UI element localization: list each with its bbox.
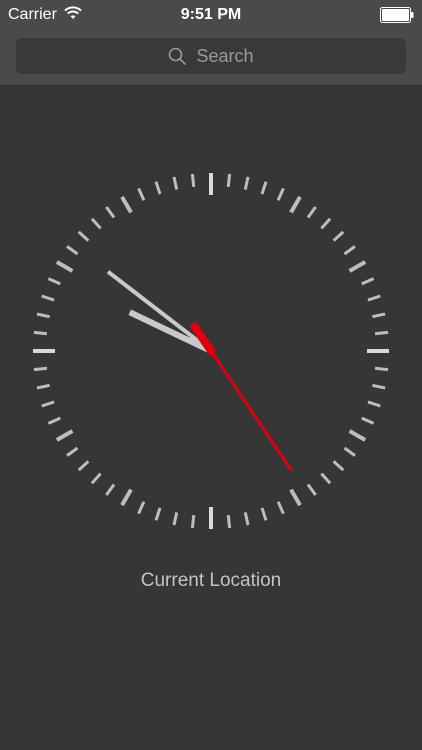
clock-tick xyxy=(320,472,332,485)
clock-tick xyxy=(306,206,317,219)
clock-tick xyxy=(372,312,386,319)
clock-tick xyxy=(66,245,79,256)
clock-tick xyxy=(367,400,381,408)
clock-tick xyxy=(260,181,268,195)
analog-clock xyxy=(33,173,389,529)
clock-tick xyxy=(306,483,317,496)
current-location-label: Current Location xyxy=(140,570,282,591)
clock-tick xyxy=(190,173,196,188)
clock-tick xyxy=(105,483,116,496)
battery-icon xyxy=(380,7,414,23)
second-hand xyxy=(209,349,292,471)
clock-tick xyxy=(374,366,389,372)
clock-tick xyxy=(276,501,285,515)
clock-tick xyxy=(154,507,162,521)
clock-tick xyxy=(361,416,375,425)
clock-tick xyxy=(90,217,102,230)
clock-tick xyxy=(320,217,332,230)
clock-tick xyxy=(36,383,50,390)
search-bar: Search xyxy=(0,30,422,86)
clock-tick xyxy=(289,488,302,507)
clock-tick xyxy=(120,195,133,214)
clock-tick xyxy=(348,260,367,273)
clock-tick xyxy=(343,446,356,457)
clock-tick xyxy=(332,230,345,242)
clock-tick xyxy=(172,512,179,526)
clock-tick xyxy=(348,429,367,442)
search-icon xyxy=(169,47,187,65)
clock-tick xyxy=(190,514,196,529)
clock-tick xyxy=(41,294,55,302)
clock-tick xyxy=(226,514,232,529)
clock-tick xyxy=(374,330,389,336)
clock-tick xyxy=(90,472,102,485)
clock-tick xyxy=(77,230,90,242)
clock-tick xyxy=(172,176,179,190)
status-time: 9:51 PM xyxy=(180,6,242,23)
clock-tick xyxy=(33,330,48,336)
clock-tick xyxy=(47,416,61,425)
clock-tick xyxy=(243,176,250,190)
clock-tick xyxy=(332,460,345,472)
clock-tick xyxy=(226,173,232,188)
clock-tick xyxy=(105,206,116,219)
search-placeholder: Search xyxy=(196,45,254,66)
minute-hand xyxy=(106,270,213,353)
clock-tick xyxy=(372,383,386,390)
clock-tick xyxy=(137,187,146,201)
status-bar: Carrier 9:51 PM xyxy=(0,0,422,30)
clock-tick xyxy=(36,312,50,319)
clock-tick xyxy=(361,277,375,286)
clock-tick xyxy=(137,501,146,515)
clock-tick xyxy=(41,400,55,408)
clock-tick xyxy=(154,181,162,195)
clock-tick xyxy=(289,195,302,214)
clock-tick xyxy=(243,512,250,526)
clock-tick xyxy=(55,429,74,442)
clock-tick xyxy=(343,245,356,256)
clock-tick xyxy=(47,277,61,286)
clock-tick xyxy=(55,260,74,273)
clock-tick xyxy=(367,294,381,302)
clock-tick xyxy=(276,187,285,201)
clock-tick xyxy=(120,488,133,507)
search-field[interactable]: Search xyxy=(16,38,406,74)
clock-tick xyxy=(77,460,90,472)
clock-tick xyxy=(33,366,48,372)
clock-tick xyxy=(66,446,79,457)
clock-tick xyxy=(260,507,268,521)
